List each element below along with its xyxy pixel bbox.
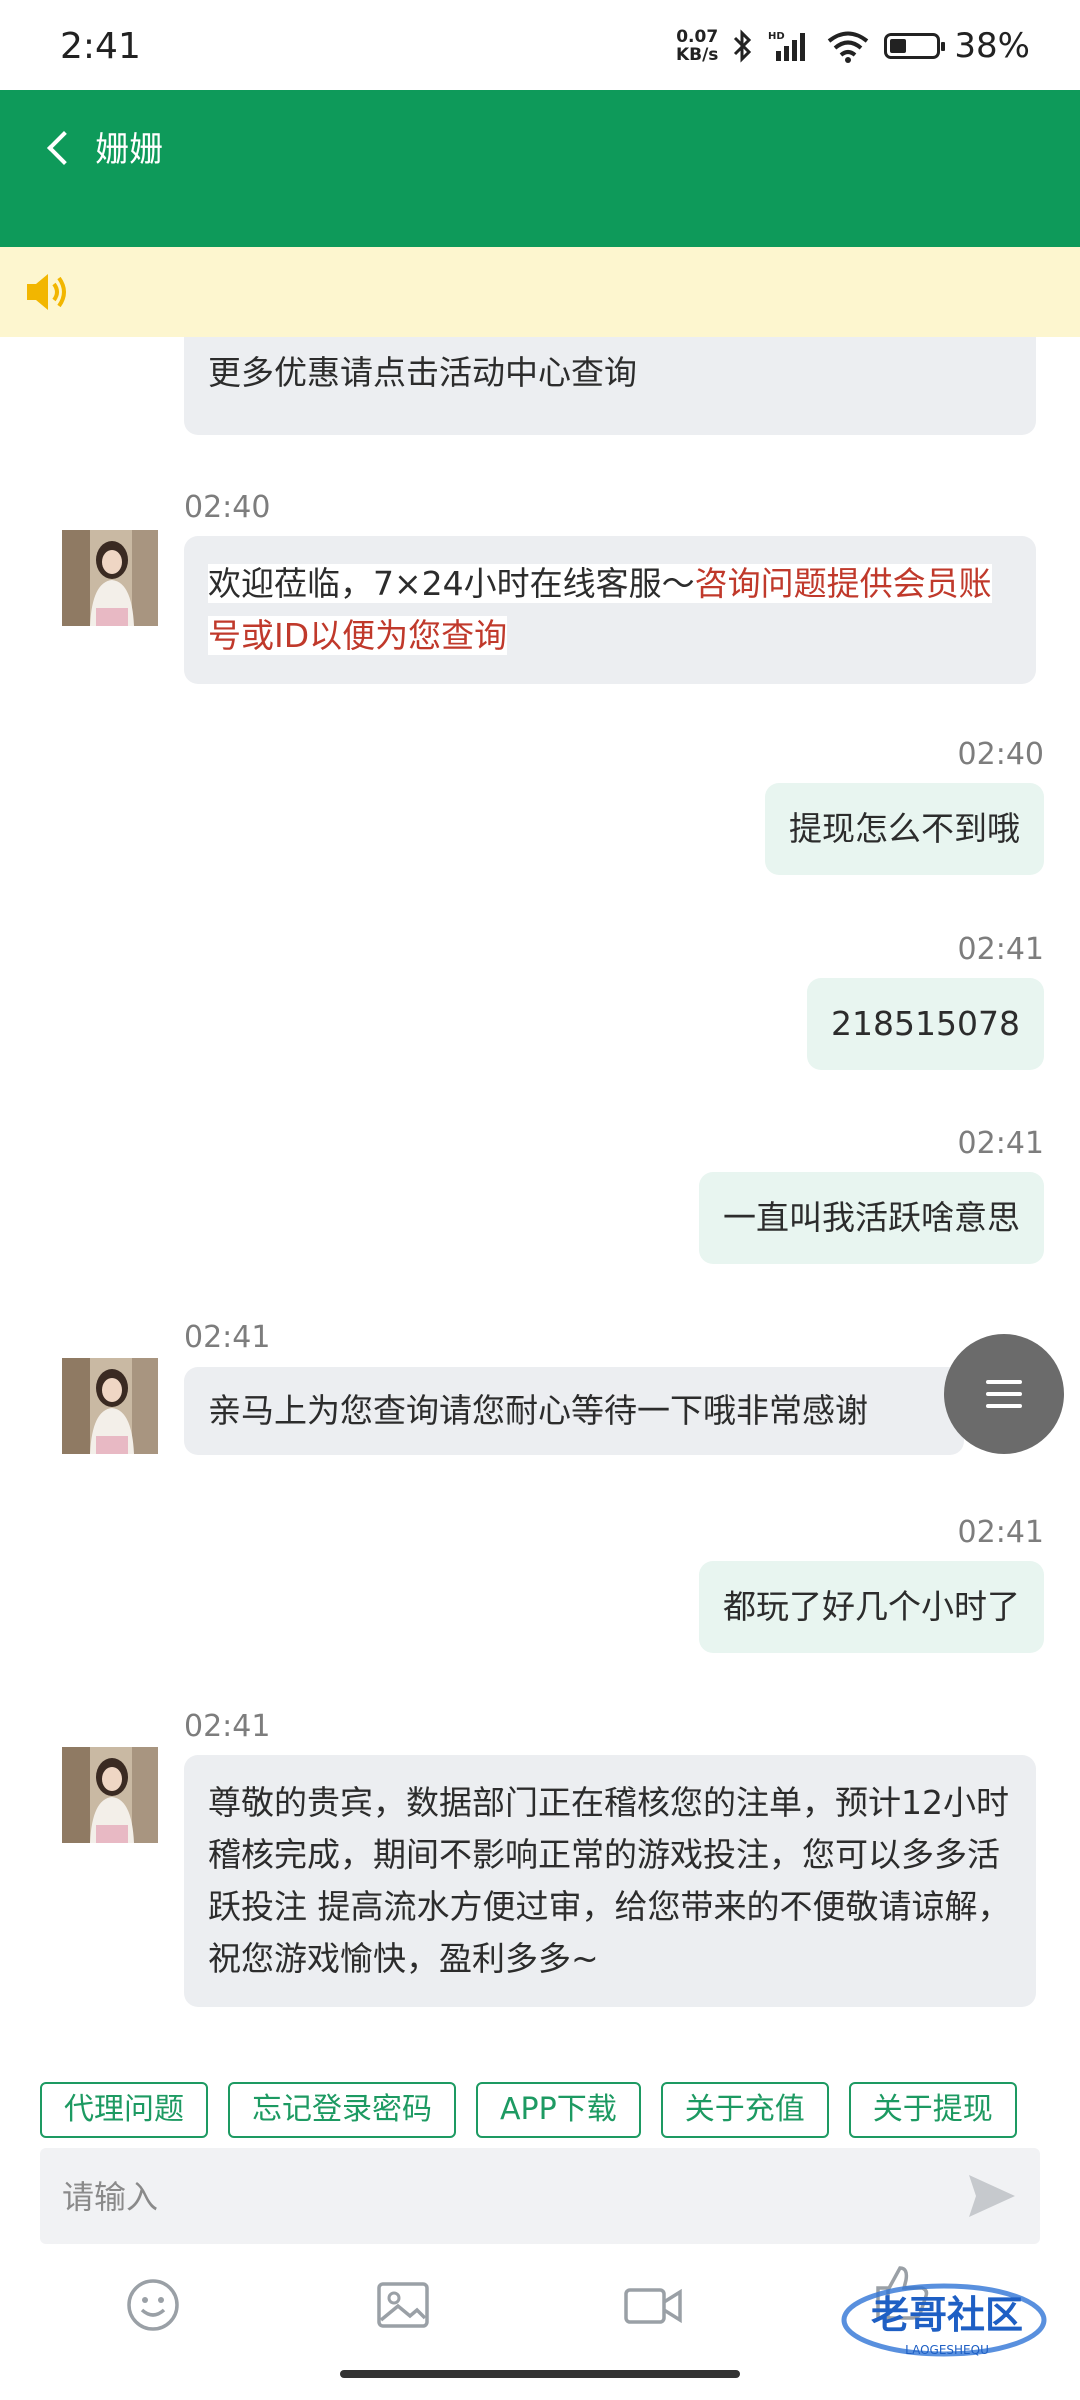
- message-time: 02:41: [184, 1320, 271, 1355]
- quick-reply-forgot-password[interactable]: 忘记登录密码: [228, 2082, 456, 2138]
- quick-reply-withdraw[interactable]: 关于提现: [848, 2082, 1017, 2138]
- status-time: 2:41: [60, 26, 141, 67]
- emoji-icon[interactable]: [118, 2270, 188, 2340]
- message-text: 尊敬的贵宾，数据部门正在稽核您的注单，预计12小时稽核完成，期间不影响正常的游戏…: [208, 1783, 1011, 1978]
- message-text-highlight: 咨询问题提供会员账: [694, 564, 992, 603]
- message-text: 欢迎莅临，7×24小时在线客服～: [208, 564, 695, 603]
- message-text: 都玩了好几个小时了: [723, 1587, 1020, 1626]
- message-time: 02:41: [957, 932, 1044, 967]
- bluetooth-icon: [734, 29, 752, 63]
- message-bubble-incoming: 欢迎莅临，7×24小时在线客服～咨询问题提供会员账号或ID以便为您查询: [184, 536, 1036, 684]
- avatar-image: [62, 1747, 158, 1843]
- message-input-bar: [40, 2148, 1040, 2244]
- chevron-left-icon[interactable]: [40, 120, 80, 180]
- svg-text:HD: HD: [768, 31, 785, 42]
- message-bubble-outgoing: 218515078: [807, 978, 1044, 1070]
- battery-icon: [884, 33, 946, 59]
- message-bubble-incoming: 更多优惠请点击活动中心查询: [184, 337, 1036, 435]
- home-indicator[interactable]: [340, 2370, 740, 2378]
- network-speed: 0.07 KB/s: [676, 28, 718, 64]
- message-text-highlight: 号或ID以便为您查询: [208, 616, 508, 655]
- chat-header: 姗姗: [0, 90, 1080, 247]
- avatar[interactable]: [62, 1747, 158, 1843]
- video-icon[interactable]: [618, 2270, 688, 2340]
- message-bubble-outgoing: 一直叫我活跃啥意思: [699, 1172, 1044, 1264]
- quick-replies: 代理问题 忘记登录密码 APP下载 关于充值 关于提现: [40, 2082, 1040, 2144]
- speaker-icon: [27, 274, 66, 310]
- notice-bar[interactable]: [0, 247, 1080, 337]
- menu-icon[interactable]: [944, 1334, 1064, 1454]
- watermark-logo: 老哥社区 LAOGESHEQU: [841, 2283, 1047, 2357]
- status-bar: 2:41 0.07 KB/s HD 38%: [0, 0, 1080, 90]
- message-text: 更多优惠请点击活动中心查询: [208, 353, 637, 392]
- network-speed-unit: KB/s: [675, 45, 719, 65]
- message-text: 提现怎么不到哦: [789, 809, 1020, 848]
- send-icon[interactable]: [966, 2170, 1018, 2222]
- wifi-icon: [828, 31, 869, 63]
- chat-area[interactable]: 更多优惠请点击活动中心查询 02:40 欢迎莅临，7×24小时在线客服～咨询问题…: [0, 337, 1080, 2077]
- watermark-text: 老哥社区: [871, 2293, 1023, 2337]
- network-speed-value: 0.07: [676, 27, 719, 47]
- watermark-subtext: LAOGESHEQU: [905, 2343, 989, 2357]
- message-bubble-outgoing: 提现怎么不到哦: [765, 783, 1044, 875]
- message-time: 02:41: [957, 1126, 1044, 1161]
- avatar[interactable]: [62, 1358, 158, 1454]
- image-icon[interactable]: [368, 2270, 438, 2340]
- message-time: 02:40: [184, 490, 271, 525]
- battery-percent: 38%: [954, 26, 1030, 66]
- avatar-image: [62, 1358, 158, 1454]
- chat-title: 姗姗: [95, 130, 163, 170]
- status-icons: 0.07 KB/s HD 38%: [676, 26, 1030, 66]
- quick-reply-agent[interactable]: 代理问题: [40, 2082, 208, 2138]
- signal-icon: HD: [768, 31, 806, 61]
- message-text: 一直叫我活跃啥意思: [723, 1198, 1020, 1237]
- quick-reply-app-download[interactable]: APP下载: [476, 2082, 641, 2138]
- message-input[interactable]: [60, 2166, 944, 2228]
- message-time: 02:41: [957, 1515, 1044, 1550]
- message-bubble-incoming: 尊敬的贵宾，数据部门正在稽核您的注单，预计12小时稽核完成，期间不影响正常的游戏…: [184, 1755, 1036, 2007]
- message-text: 218515078: [831, 1004, 1020, 1043]
- avatar-image: [62, 530, 158, 626]
- message-bubble-incoming: 亲马上为您查询请您耐心等待一下哦非常感谢: [184, 1367, 964, 1455]
- avatar[interactable]: [62, 530, 158, 626]
- message-text: 亲马上为您查询请您耐心等待一下哦非常感谢: [208, 1391, 868, 1430]
- message-time: 02:40: [957, 737, 1044, 772]
- message-time: 02:41: [184, 1709, 271, 1744]
- quick-reply-deposit[interactable]: 关于充值: [660, 2082, 829, 2138]
- message-bubble-outgoing: 都玩了好几个小时了: [699, 1561, 1044, 1653]
